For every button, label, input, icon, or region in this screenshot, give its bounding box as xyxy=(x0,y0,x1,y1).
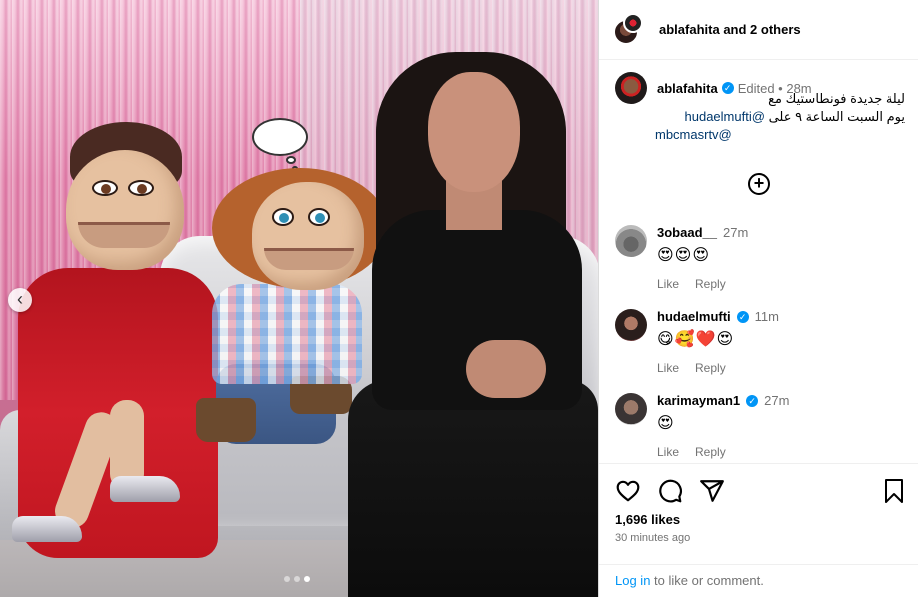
puppet-mouth xyxy=(78,222,170,248)
plaid-shirt xyxy=(212,284,362,384)
comment-like-button[interactable]: Like xyxy=(657,445,679,459)
verified-badge-icon: ✓ xyxy=(736,310,749,323)
caption-line-3: mbcmasrtv@ xyxy=(655,126,732,144)
comment-age[interactable]: 27m xyxy=(723,225,748,240)
comment-like-button[interactable]: Like xyxy=(657,277,679,291)
carousel-prev-arrow[interactable]: ‹ xyxy=(8,288,32,312)
comment-age[interactable]: 27m xyxy=(764,393,789,408)
plaid-puppet-head xyxy=(252,182,364,290)
avatar[interactable] xyxy=(615,72,647,104)
caption-line-1: ليلة جديدة فونطاستيك مع xyxy=(768,91,905,106)
carousel-dot[interactable] xyxy=(284,576,290,582)
post-caption: ablafahita ✓ Edited • 28m ليلة جديدة فون… xyxy=(615,72,905,142)
comment-text: 😍😍😍 xyxy=(657,247,711,264)
mention-link[interactable]: mbcmasrtv@ xyxy=(655,127,732,142)
avatar[interactable] xyxy=(623,12,643,33)
thought-bubble-dot xyxy=(286,156,296,164)
post-photo[interactable]: ‹ xyxy=(0,0,598,597)
puppet-eye xyxy=(92,180,118,196)
comment-age[interactable]: 11m xyxy=(755,309,779,324)
login-prompt-text: to like or comment. xyxy=(650,573,764,588)
post-actions: 1,696 likes 30 minutes ago Log in to lik… xyxy=(599,463,918,597)
carousel-dots xyxy=(284,576,310,582)
comment-username[interactable]: 3obaad__ xyxy=(657,225,717,240)
post-header: ablafahita and 2 others xyxy=(599,0,918,60)
comment-icon[interactable] xyxy=(657,478,683,504)
collab-avatars[interactable] xyxy=(613,12,647,47)
puppet-eye xyxy=(128,180,154,196)
post-side-panel: ablafahita and 2 others ablafahita ✓ Edi… xyxy=(598,0,918,597)
woman-face xyxy=(428,72,520,192)
share-icon[interactable] xyxy=(699,478,725,504)
puppet-eye xyxy=(308,208,330,226)
avatar[interactable] xyxy=(615,225,647,257)
thought-bubble xyxy=(252,118,308,156)
carousel-dot[interactable] xyxy=(294,576,300,582)
verified-badge-icon: ✓ xyxy=(746,394,759,407)
comment-text: 😋🥰❤️😍 xyxy=(657,331,735,348)
clasped-hands xyxy=(466,340,546,398)
login-link[interactable]: Log in xyxy=(615,573,650,588)
silver-shoe xyxy=(12,516,82,542)
comment-username[interactable]: karimayman1 xyxy=(657,393,740,408)
comment-reply-button[interactable]: Reply xyxy=(695,277,726,291)
carousel-dot-active[interactable] xyxy=(304,576,310,582)
post-timestamp[interactable]: 30 minutes ago xyxy=(615,532,690,544)
comment-username[interactable]: hudaelmufti xyxy=(657,309,731,324)
caption-line-2-text: يوم السبت الساعة ٩ على xyxy=(768,109,905,124)
comment-like-button[interactable]: Like xyxy=(657,361,679,375)
puppet-mouth xyxy=(264,248,354,270)
header-authors: ablafahita and 2 others xyxy=(659,22,801,37)
comment-reply-button[interactable]: Reply xyxy=(695,361,726,375)
avatar[interactable] xyxy=(615,393,647,425)
load-more-comments-plus-icon[interactable]: + xyxy=(748,173,770,195)
comment-reply-button[interactable]: Reply xyxy=(695,445,726,459)
caption-line-2: يوم السبت الساعة ٩ على @hudaelmufti xyxy=(655,108,905,126)
mention-link[interactable]: @hudaelmufti xyxy=(685,109,765,124)
heart-icon[interactable] xyxy=(615,478,641,504)
bookmark-icon[interactable] xyxy=(883,478,905,504)
puppet-boot xyxy=(196,398,256,442)
header-others[interactable]: and 2 others xyxy=(723,22,800,37)
login-prompt: Log in to like or comment. xyxy=(599,564,918,597)
red-dress-puppet-head xyxy=(66,150,184,270)
puppet-eye xyxy=(272,208,294,226)
likes-count[interactable]: 1,696 likes xyxy=(615,512,680,527)
header-username[interactable]: ablafahita xyxy=(659,22,720,37)
silver-shoe xyxy=(110,476,180,502)
black-skirt xyxy=(348,380,598,597)
avatar[interactable] xyxy=(615,309,647,341)
caption-text: ليلة جديدة فونطاستيك مع يوم السبت الساعة… xyxy=(655,90,905,142)
comment-text: 😍 xyxy=(657,415,675,432)
